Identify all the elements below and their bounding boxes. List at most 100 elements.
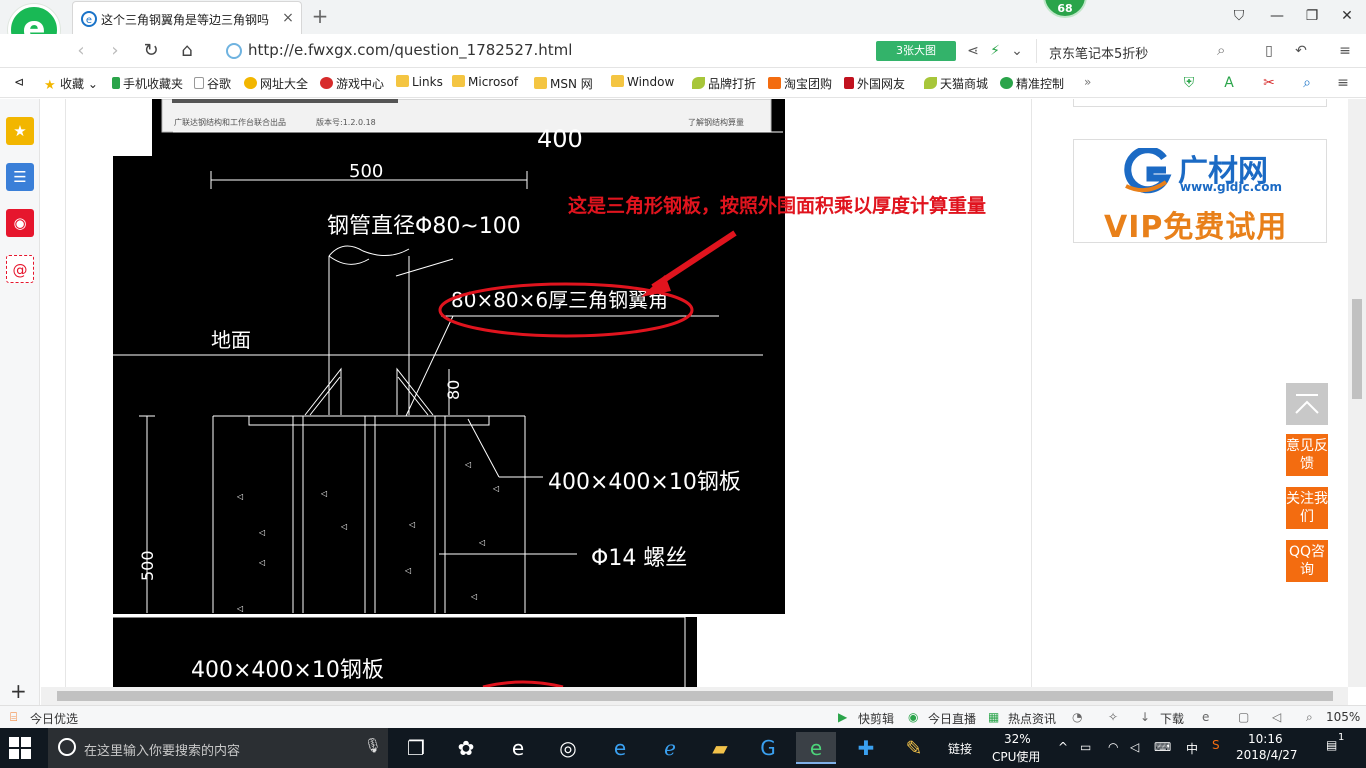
tab-close-button[interactable]: × [278, 8, 298, 28]
url-field[interactable]: http://e.fwxgx.com/question_1782527.html [226, 39, 866, 63]
g-app-icon[interactable]: G [748, 732, 788, 764]
file-explorer-icon[interactable]: ▰ [700, 732, 740, 764]
gift-icon[interactable]: ⌸ [10, 710, 17, 725]
links-label[interactable]: 链接 [948, 740, 972, 757]
search-icon[interactable]: ⌕ [1298, 74, 1316, 92]
back-button[interactable]: ‹ [68, 39, 94, 63]
favorites-star-icon[interactable]: ★ [6, 117, 34, 145]
chevron-down-icon[interactable]: ⌄ [1008, 42, 1026, 60]
bookmark-games[interactable]: 游戏中心 [320, 75, 384, 91]
bookmark-foreign[interactable]: 外国网友 [844, 75, 905, 91]
reload-button[interactable]: ↻ [138, 39, 164, 63]
horizontal-scrollbar[interactable] [41, 687, 1348, 705]
volume-icon[interactable]: ◁ [1272, 710, 1281, 724]
battery-icon[interactable]: ▭ [1080, 740, 1091, 754]
ime-indicator[interactable]: 中 [1186, 740, 1198, 757]
live-link[interactable]: 今日直播 [928, 710, 976, 727]
show-hidden-icons-icon[interactable]: ^ [1058, 740, 1068, 754]
folder-icon [396, 75, 409, 87]
menu-icon[interactable]: ≡ [1336, 42, 1354, 60]
maximize-button[interactable]: ❐ [1297, 4, 1327, 28]
daily-picks-link[interactable]: 今日优选 [30, 710, 78, 727]
pin-icon[interactable]: ⛉ [1224, 4, 1254, 28]
sogou-icon[interactable]: S [1212, 738, 1220, 752]
bookmarks-toggle-icon[interactable]: ⊲ [14, 75, 24, 91]
bookmark-tmall[interactable]: 天猫商城 [924, 75, 988, 91]
lightning-icon[interactable]: ⚡ [986, 42, 1004, 60]
pinwheel-app-icon[interactable]: ✿ [446, 732, 486, 764]
feedback-button[interactable]: 意见反馈 [1286, 434, 1328, 476]
minimize-button[interactable]: — [1262, 4, 1292, 28]
browser-e-icon[interactable]: e [498, 732, 538, 764]
wifi-icon[interactable]: ◠ [1108, 740, 1118, 754]
cad-toolbar-right[interactable]: 了解钢结构算量 [688, 117, 744, 127]
bookmark-links[interactable]: Links [396, 75, 443, 91]
windows-start-icon[interactable] [8, 736, 32, 760]
notification-center-icon[interactable]: ▤ [1326, 738, 1337, 752]
big-image-button[interactable]: 3张大图 [876, 41, 956, 61]
search-box[interactable]: 京东笔记本5折秒 ⌕ [1036, 39, 1240, 63]
edge-icon[interactable]: e [600, 732, 640, 764]
bookmark-google[interactable]: 谷歌 [194, 75, 231, 91]
bookmark-favorites[interactable]: ★ 收藏 ⌄ [44, 75, 98, 93]
bookmark-microsoft[interactable]: Microsof [452, 75, 518, 91]
zoom-level[interactable]: 105% [1326, 710, 1360, 724]
search-icon[interactable]: ⌕ [1217, 41, 1225, 59]
download-link[interactable]: 下载 [1160, 710, 1184, 727]
add-sidebar-item-icon[interactable]: + [10, 679, 27, 703]
horizontal-scroll-thumb[interactable] [57, 691, 1333, 701]
cad-plate-label: 400×400×10钢板 [548, 470, 741, 495]
bookmark-mobile[interactable]: 手机收藏夹 [112, 75, 183, 91]
share-icon[interactable]: ⋖ [964, 42, 982, 60]
swirl-app-icon[interactable]: ◎ [548, 732, 588, 764]
weibo-icon[interactable]: ◉ [6, 209, 34, 237]
quick-edit-link[interactable]: 快剪辑 [858, 710, 894, 727]
site-info-icon[interactable] [226, 43, 242, 59]
mail-icon[interactable]: @ [6, 255, 34, 283]
browser-tab[interactable]: e 这个三角钢翼角是等边三角钢吗 × [72, 1, 302, 34]
window-icon[interactable]: ▢ [1238, 710, 1249, 724]
mobile-icon[interactable]: ▯ [1260, 42, 1278, 60]
blue-app-icon[interactable]: ✚ [846, 732, 886, 764]
cad-ground-label: 地面 [211, 328, 251, 352]
close-window-button[interactable]: ✕ [1332, 4, 1362, 28]
svg-text:◁: ◁ [236, 604, 243, 613]
bookmark-windows[interactable]: Window [611, 75, 674, 91]
bookmark-brand-sale[interactable]: 品牌打折 [692, 75, 756, 91]
bookmark-msn[interactable]: MSN 网 [534, 75, 593, 91]
speed-icon[interactable]: ◔ [1072, 710, 1082, 724]
translate-icon[interactable]: A [1220, 74, 1238, 92]
vertical-scroll-thumb[interactable] [1352, 299, 1362, 399]
notification-badge[interactable]: 68 [1043, 0, 1087, 18]
vertical-scrollbar[interactable] [1348, 99, 1366, 687]
qq-consult-button[interactable]: QQ咨询 [1286, 540, 1328, 582]
volume-icon[interactable]: ◁ [1130, 740, 1139, 754]
reading-list-icon[interactable]: ☰ [6, 163, 34, 191]
pin-icon[interactable]: ✧ [1108, 710, 1118, 724]
undo-icon[interactable]: ↶ [1292, 42, 1310, 60]
taskbar-search[interactable]: 在这里输入你要搜索的内容 🎙 [48, 728, 388, 768]
follow-us-button[interactable]: 关注我们 [1286, 487, 1328, 529]
clock-date[interactable]: 2018/4/27 [1236, 748, 1298, 762]
back-to-top-button[interactable] [1286, 383, 1328, 425]
shield-icon[interactable]: ⛨ [1180, 74, 1198, 92]
home-button[interactable]: ⌂ [174, 39, 200, 63]
clock-time[interactable]: 10:16 [1248, 732, 1283, 746]
ie-mode-icon[interactable]: e [1202, 710, 1209, 724]
ie-icon[interactable]: ℯ [650, 732, 690, 764]
bookmarks-more-button[interactable]: » [1084, 75, 1091, 91]
gldjc-ad[interactable]: 广材网 www.gldjc.com VIP免费试用 [1073, 139, 1327, 245]
task-view-icon[interactable]: ❐ [396, 732, 436, 764]
microphone-icon[interactable]: 🎙 [364, 738, 382, 754]
notes-app-icon[interactable]: ✎ [894, 732, 934, 764]
bookmark-taobao[interactable]: 淘宝团购 [768, 75, 832, 91]
keyboard-icon[interactable]: ⌨ [1154, 740, 1171, 754]
new-tab-button[interactable]: + [308, 4, 332, 28]
forward-button[interactable]: › [102, 39, 128, 63]
news-link[interactable]: 热点资讯 [1008, 710, 1056, 727]
menu-icon[interactable]: ≡ [1334, 74, 1352, 92]
active-browser-icon[interactable]: e [796, 732, 836, 764]
scissors-icon[interactable]: ✂ [1260, 74, 1278, 92]
bookmark-precise[interactable]: 精准控制 [1000, 75, 1064, 91]
bookmark-sites[interactable]: 网址大全 [244, 75, 308, 91]
